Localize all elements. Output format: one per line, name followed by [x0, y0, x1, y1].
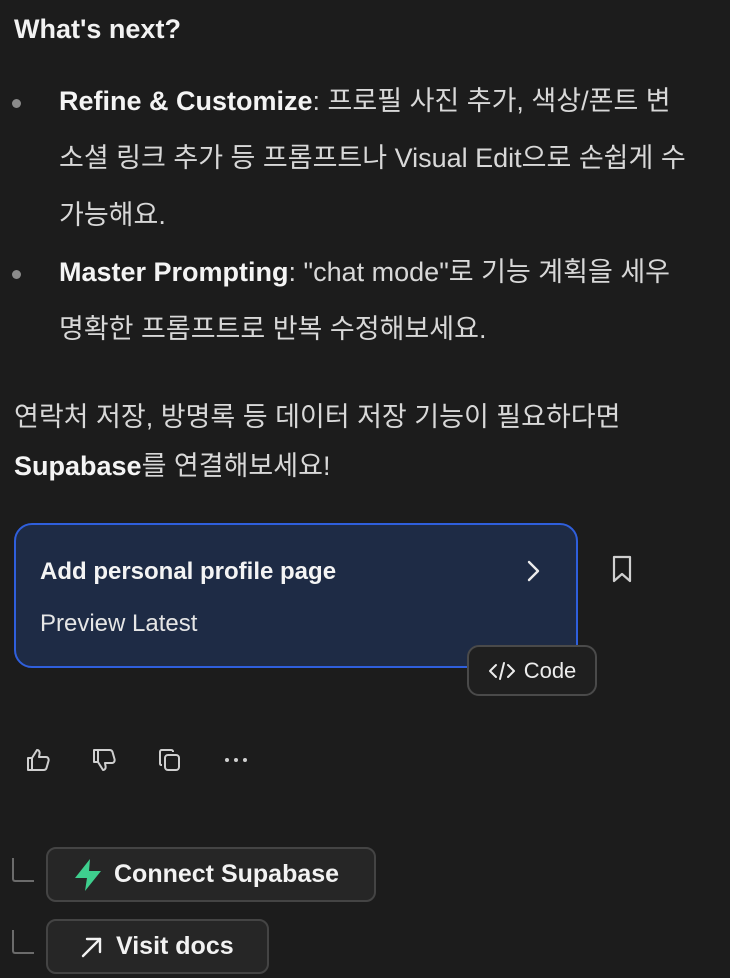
bookmark-icon[interactable] — [608, 554, 636, 584]
chevron-right-icon — [527, 560, 540, 582]
branch-connector — [12, 930, 34, 954]
bullet-line: 명확한 프롬프트로 반복 수정해보세요. — [59, 314, 487, 344]
message-heading: What's next? — [14, 14, 181, 44]
code-icon — [488, 661, 515, 680]
message-actions — [22, 742, 286, 778]
supabase-bold: Supabase — [14, 451, 142, 481]
bullet-line: 가능해요. — [59, 200, 166, 230]
branch-connector — [12, 858, 34, 882]
next-steps-list: Refine & Customize: 프로필 사진 추가, 색상/폰트 변 소… — [0, 80, 730, 365]
more-options-button[interactable] — [220, 742, 286, 778]
copy-button[interactable] — [154, 742, 220, 778]
thumbs-down-button[interactable] — [88, 742, 154, 778]
list-item-refine: Refine & Customize: 프로필 사진 추가, 색상/폰트 변 소… — [0, 80, 730, 251]
bullet-dot — [12, 270, 21, 279]
code-button[interactable]: Code — [467, 645, 597, 696]
version-card-title: Add personal profile page — [40, 558, 337, 585]
bullet-line: 소셜 링크 추가 등 프롬프트나 Visual Edit으로 손쉽게 수 — [59, 143, 686, 173]
visit-docs-button[interactable]: Visit docs — [46, 919, 269, 974]
supabase-logo-icon — [75, 858, 101, 891]
bullet-dot — [12, 99, 21, 108]
supabase-suggestion-text: 연락처 저장, 방명록 등 데이터 저장 기능이 필요하다면 Supabase를… — [14, 402, 621, 481]
bullet-bold-label: Refine & Customize — [59, 86, 313, 116]
connect-supabase-button[interactable]: Connect Supabase — [46, 847, 376, 902]
arrow-up-right-icon — [81, 937, 102, 957]
bullet-line: Master Prompting: "chat mode"로 기능 계획을 세우 — [59, 257, 671, 287]
bullet-bold-label: Master Prompting — [59, 257, 289, 287]
chat-message-panel: What's next? Refine & Customize: 프로필 사진 … — [0, 0, 730, 978]
copy-icon — [159, 749, 180, 771]
thumbs-up-button[interactable] — [22, 742, 88, 778]
more-icon — [225, 758, 247, 762]
version-card-subtitle: Preview Latest — [40, 610, 198, 637]
list-item-prompting: Master Prompting: "chat mode"로 기능 계획을 세우… — [0, 251, 730, 365]
thumbs-down-icon — [93, 749, 116, 771]
thumbs-up-icon — [27, 749, 50, 771]
bullet-line: Refine & Customize: 프로필 사진 추가, 색상/폰트 변 — [59, 86, 671, 116]
code-button-label: Code — [523, 657, 577, 683]
visit-docs-label: Visit docs — [116, 932, 234, 960]
connect-supabase-label: Connect Supabase — [114, 860, 340, 888]
